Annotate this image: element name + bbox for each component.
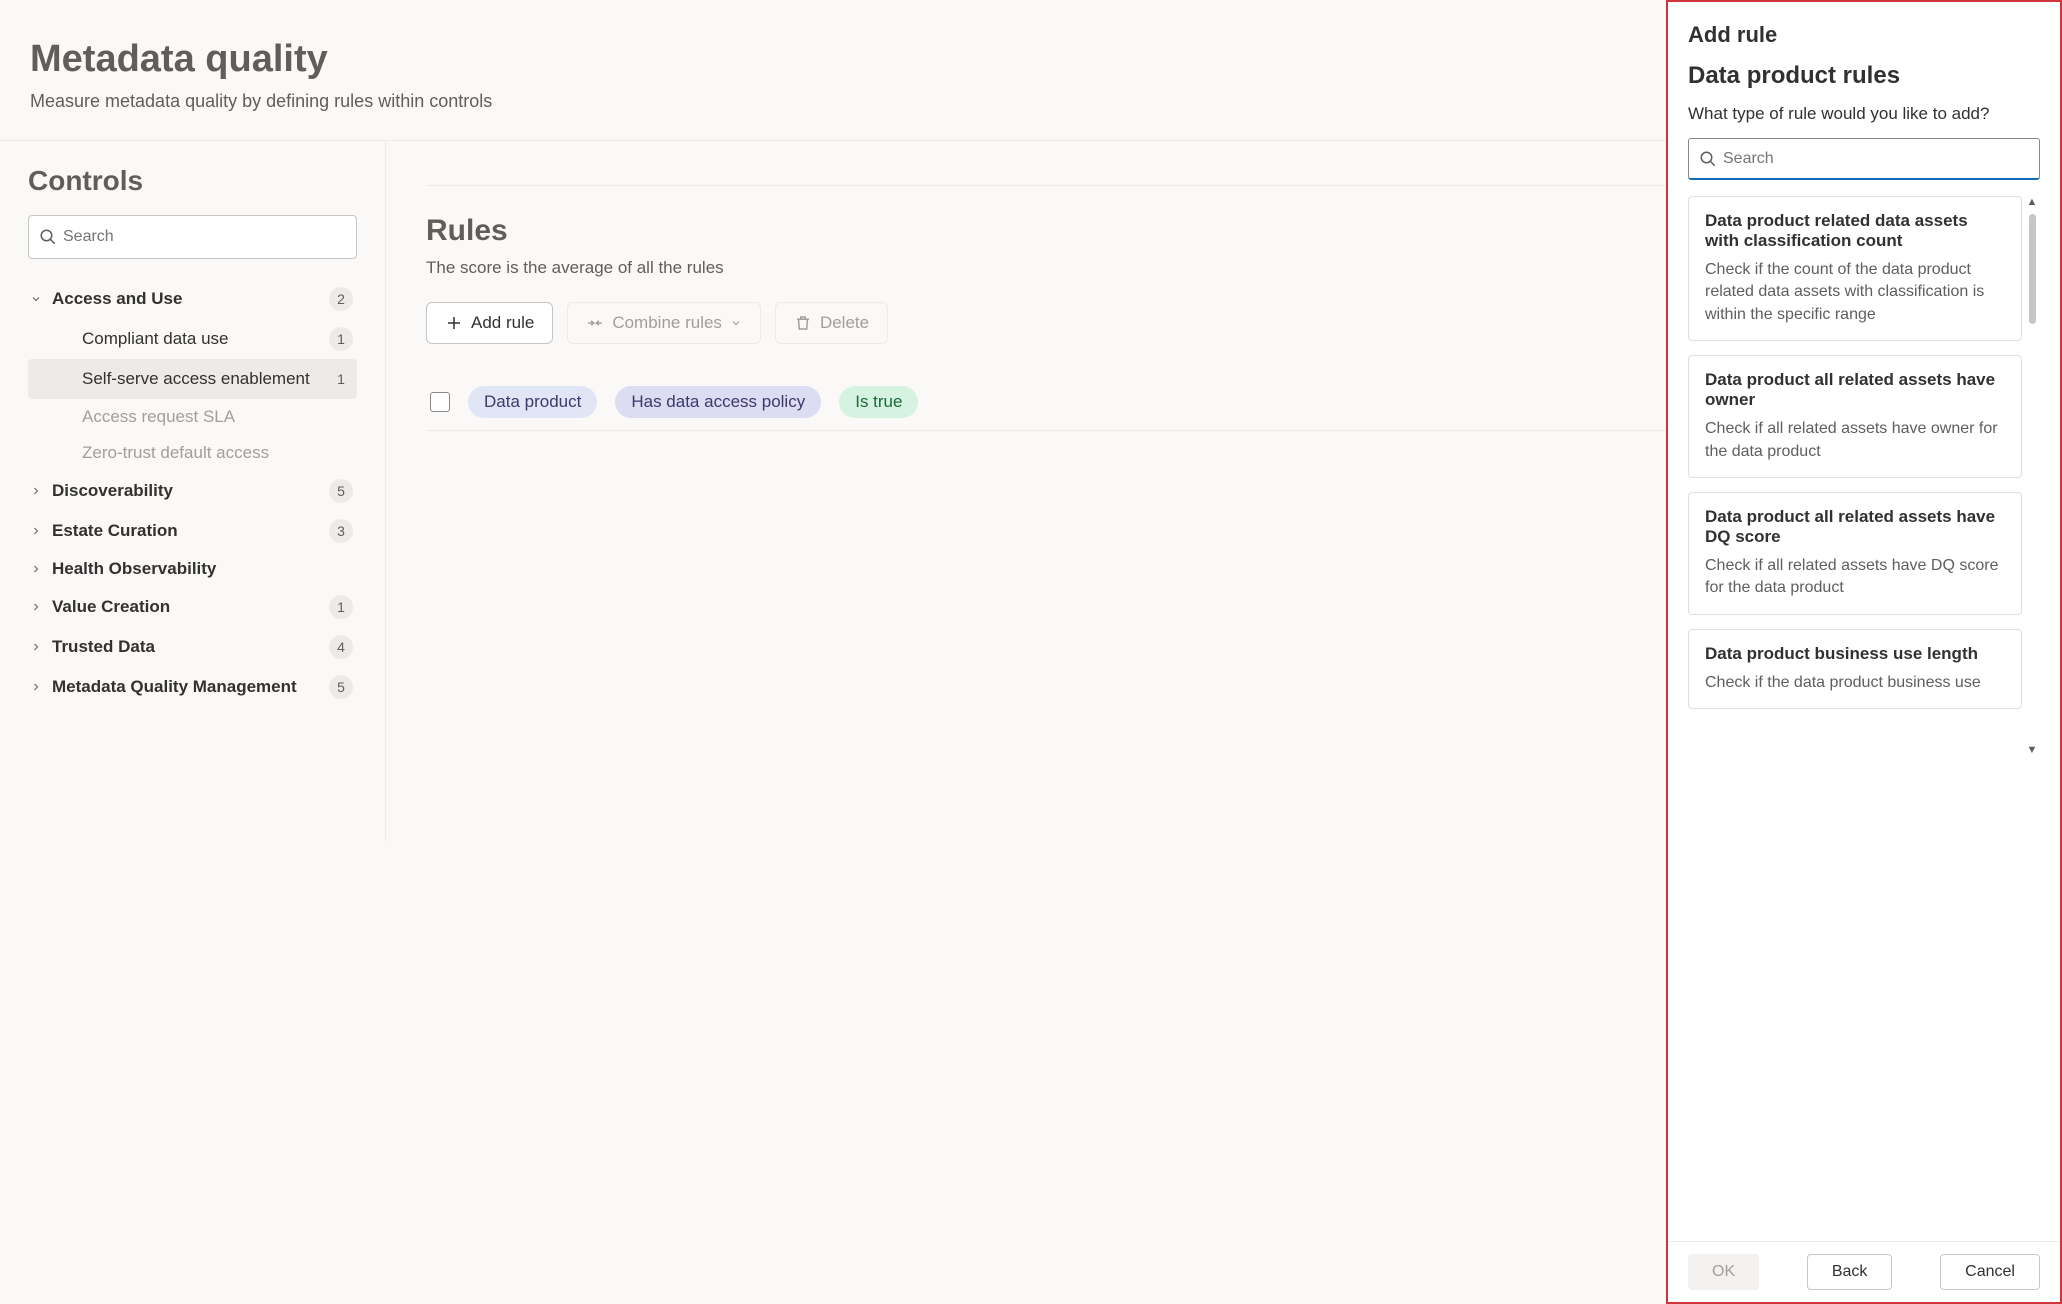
search-icon xyxy=(39,228,57,246)
ok-button: OK xyxy=(1688,1254,1759,1290)
tree-group-trust[interactable]: Trusted Data 4 xyxy=(28,627,357,667)
trash-icon xyxy=(794,314,812,332)
rule-tag: Data product xyxy=(468,386,597,418)
combine-icon xyxy=(586,314,604,332)
tree-group-mqm[interactable]: Metadata Quality Management 5 xyxy=(28,667,357,707)
tree-group-label: Health Observability xyxy=(52,559,216,579)
tree-item-sla: Access request SLA xyxy=(28,399,357,435)
tree-item-zerotrust: Zero-trust default access xyxy=(28,435,357,471)
scroll-up-icon[interactable]: ▲ xyxy=(2027,196,2038,208)
panel-search[interactable] xyxy=(1688,138,2040,180)
add-rule-button[interactable]: Add rule xyxy=(426,302,553,344)
back-button[interactable]: Back xyxy=(1807,1254,1893,1290)
tree-item-label: Zero-trust default access xyxy=(82,443,269,463)
rule-option-title: Data product all related assets have DQ … xyxy=(1705,507,2005,547)
chevron-right-icon xyxy=(28,525,44,537)
controls-tree: Access and Use2Compliant data use1Self-s… xyxy=(28,279,357,707)
tree-item-selfserve[interactable]: Self-serve access enablement 1 xyxy=(28,359,357,399)
rule-option-title: Data product related data assets with cl… xyxy=(1705,211,2005,251)
tree-item-label: Access request SLA xyxy=(82,407,235,427)
count-badge: 5 xyxy=(329,479,353,503)
rule-option-card[interactable]: Data product all related assets have DQ … xyxy=(1688,492,2022,615)
combine-rules-button: Combine rules xyxy=(567,302,761,344)
controls-search[interactable] xyxy=(28,215,357,259)
rule-tag: Is true xyxy=(839,386,918,418)
tree-group-label: Metadata Quality Management xyxy=(52,677,297,697)
rule-option-card[interactable]: Data product all related assets have own… xyxy=(1688,355,2022,478)
tree-group-label: Discoverability xyxy=(52,481,173,501)
rule-option-title: Data product business use length xyxy=(1705,644,2005,664)
panel-prompt: What type of rule would you like to add? xyxy=(1688,104,2040,124)
panel-search-input[interactable] xyxy=(1723,150,2029,168)
scroll-down-icon[interactable]: ▼ xyxy=(2027,744,2038,756)
tree-item-label: Self-serve access enablement xyxy=(82,369,310,389)
count-badge: 1 xyxy=(329,595,353,619)
delete-label: Delete xyxy=(820,313,869,333)
scroll-thumb[interactable] xyxy=(2029,214,2036,324)
chevron-right-icon xyxy=(28,681,44,693)
tree-group-value[interactable]: Value Creation 1 xyxy=(28,587,357,627)
count-badge: 2 xyxy=(329,287,353,311)
count-badge: 1 xyxy=(329,367,353,391)
panel-title: Add rule xyxy=(1688,22,2040,48)
cancel-button[interactable]: Cancel xyxy=(1940,1254,2040,1290)
tree-group-label: Access and Use xyxy=(52,289,182,309)
rule-tag: Has data access policy xyxy=(615,386,821,418)
chevron-right-icon xyxy=(28,641,44,653)
count-badge: 1 xyxy=(329,327,353,351)
count-badge: 4 xyxy=(329,635,353,659)
tree-group-estate[interactable]: Estate Curation 3 xyxy=(28,511,357,551)
search-icon xyxy=(1699,150,1717,168)
combine-rules-label: Combine rules xyxy=(612,313,722,333)
controls-search-input[interactable] xyxy=(63,228,346,246)
chevron-right-icon xyxy=(28,601,44,613)
tree-item-label: Compliant data use xyxy=(82,329,228,349)
chevron-down-icon xyxy=(28,293,44,305)
rule-option-card[interactable]: Data product related data assets with cl… xyxy=(1688,196,2022,341)
rule-option-desc: Check if the count of the data product r… xyxy=(1705,259,2005,326)
add-rule-label: Add rule xyxy=(471,313,534,333)
tree-group-label: Estate Curation xyxy=(52,521,178,541)
add-rule-panel: Add rule Data product rules What type of… xyxy=(1666,0,2062,1304)
count-badge: 3 xyxy=(329,519,353,543)
tree-group-label: Trusted Data xyxy=(52,637,155,657)
panel-options: Data product related data assets with cl… xyxy=(1688,196,2040,756)
controls-title: Controls xyxy=(28,165,357,197)
panel-footer: OK Back Cancel xyxy=(1668,1241,2060,1302)
tree-group-health[interactable]: Health Observability xyxy=(28,551,357,587)
panel-subtitle: Data product rules xyxy=(1688,62,2040,90)
delete-button: Delete xyxy=(775,302,888,344)
tree-item-compliant[interactable]: Compliant data use 1 xyxy=(28,319,357,359)
tree-group-disc[interactable]: Discoverability 5 xyxy=(28,471,357,511)
rule-option-title: Data product all related assets have own… xyxy=(1705,370,2005,410)
count-badge: 5 xyxy=(329,675,353,699)
chevron-right-icon xyxy=(28,485,44,497)
plus-icon xyxy=(445,314,463,332)
panel-scrollbar[interactable]: ▲ ▼ xyxy=(2024,196,2040,756)
rule-option-card[interactable]: Data product business use length Check if… xyxy=(1688,629,2022,709)
rule-option-desc: Check if all related assets have owner f… xyxy=(1705,418,2005,463)
rule-option-desc: Check if all related assets have DQ scor… xyxy=(1705,555,2005,600)
tree-group-access-use[interactable]: Access and Use 2 xyxy=(28,279,357,319)
chevron-down-icon xyxy=(730,317,742,329)
tree-group-label: Value Creation xyxy=(52,597,170,617)
rule-checkbox[interactable] xyxy=(430,392,450,412)
controls-sidebar: Controls Access and Use 2 Compliant data u… xyxy=(0,141,386,841)
chevron-right-icon xyxy=(28,563,44,575)
rule-option-desc: Check if the data product business use xyxy=(1705,672,2005,694)
